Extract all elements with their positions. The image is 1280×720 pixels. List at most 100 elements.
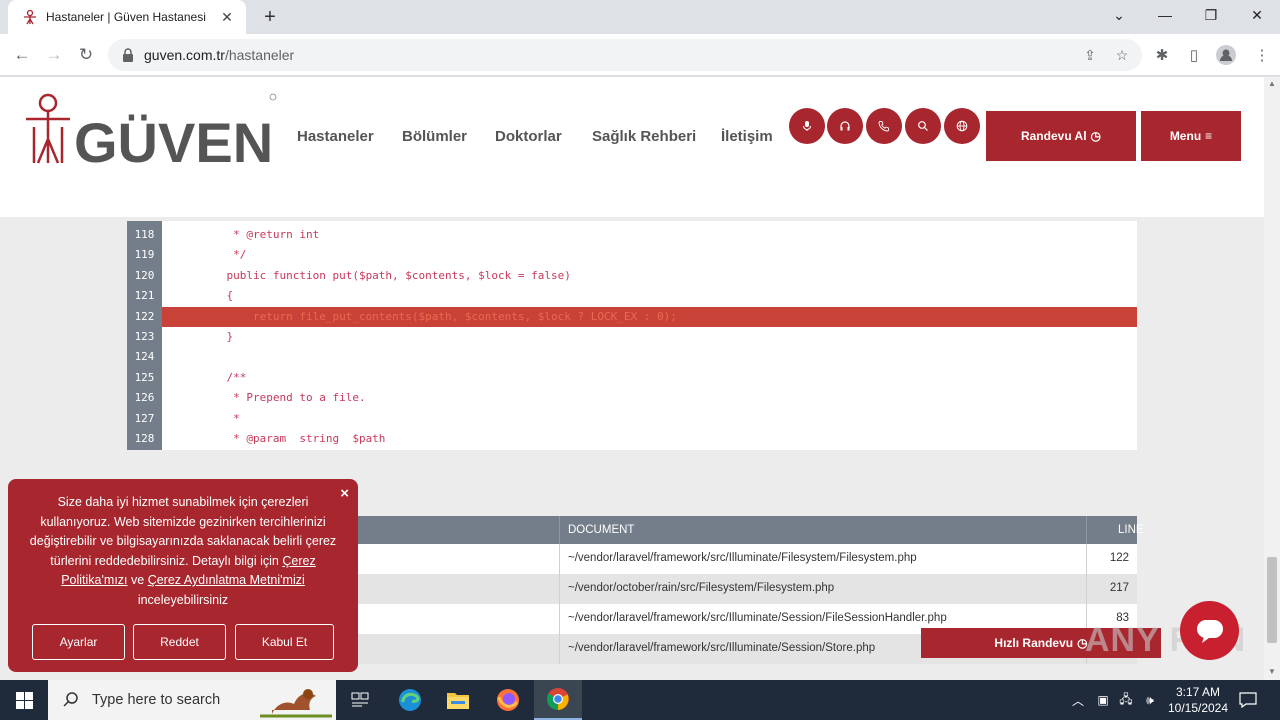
network-icon[interactable]: 🖧	[1116, 680, 1136, 720]
new-tab-button[interactable]: +	[258, 6, 282, 28]
code-text: * Prepend to a file.	[200, 391, 366, 405]
bookmark-star-icon[interactable]: ☆	[1113, 46, 1131, 64]
page-scrollbar[interactable]: ▲ ▼	[1264, 77, 1280, 680]
browser-tab[interactable]: Hastaneler | Güven Hastanesi ✕	[8, 0, 246, 34]
code-text: }	[200, 330, 234, 343]
chat-bubble-icon[interactable]	[1180, 601, 1239, 660]
side-panel-icon[interactable]: ▯	[1184, 45, 1204, 65]
line-column-header: LINE	[1118, 524, 1144, 536]
document-cell: ~/vendor/laravel/framework/src/Illuminat…	[568, 552, 917, 564]
nav-saglik-rehberi[interactable]: Sağlık Rehberi	[592, 128, 696, 145]
line-number: 118	[134, 228, 155, 241]
menu-label: Menu	[1169, 129, 1202, 143]
scroll-down-icon[interactable]: ▼	[1268, 667, 1276, 676]
close-window-button[interactable]: ✕	[1234, 0, 1280, 30]
code-text: return file_put_contents($path, $content…	[200, 309, 677, 323]
code-text: * @return int	[200, 228, 320, 241]
code-line: 121 {	[127, 286, 1137, 306]
hamburger-icon: ≡	[1205, 129, 1213, 143]
windows-taskbar: Type here to search ︿ ▣ 🖧 🕪 3:17 AM 10/1…	[0, 680, 1280, 720]
globe-icon[interactable]	[944, 108, 980, 144]
file-explorer-icon[interactable]	[434, 680, 482, 720]
nav-hastaneler[interactable]: Hastaneler	[297, 128, 374, 145]
search-icon[interactable]	[905, 108, 941, 144]
cookie-disclosure-link[interactable]: Çerez Aydınlatma Metni'mizi	[148, 573, 305, 587]
code-line: 123 }	[127, 327, 1137, 347]
line-number: 120	[134, 268, 155, 282]
code-line: 128 * @param string $path	[127, 429, 1137, 449]
edge-browser-icon[interactable]	[386, 680, 434, 720]
code-text: {	[200, 289, 234, 303]
taskbar-search-box[interactable]: Type here to search	[48, 680, 336, 720]
squirrel-illustration-icon	[260, 689, 332, 718]
address-bar[interactable]: guven.com.tr/hastaneler	[108, 39, 1142, 71]
tab-title: Hastaneler | Güven Hastanesi	[46, 10, 206, 24]
line-number: 125	[134, 370, 155, 384]
firefox-icon[interactable]	[484, 680, 532, 720]
url-domain: guven.com.tr	[144, 47, 225, 63]
extensions-icon[interactable]: ✱	[1152, 45, 1172, 65]
document-cell: ~/vendor/laravel/framework/src/Illuminat…	[568, 642, 876, 654]
browser-toolbar: ← → ↻ guven.com.tr/hastaneler ⇪ ☆ ✱ ▯ ⋮	[0, 34, 1280, 76]
taskbar-clock[interactable]: 3:17 AM 10/15/2024	[1160, 684, 1236, 716]
forward-icon[interactable]: →	[40, 42, 68, 68]
volume-icon[interactable]: 🕪	[1140, 680, 1160, 720]
tab-search-icon[interactable]: ⌄	[1096, 0, 1142, 30]
menu-button[interactable]: Menu ≡	[1141, 111, 1241, 161]
document-column-header: DOCUMENT	[568, 524, 635, 536]
appointment-label: Randevu Al	[1020, 129, 1087, 143]
share-icon[interactable]: ⇪	[1081, 46, 1099, 64]
appointment-button[interactable]: Randevu Al ◷	[986, 111, 1136, 161]
code-line: 120 public function put($path, $contents…	[127, 266, 1137, 286]
kebab-menu-icon[interactable]: ⋮	[1252, 45, 1272, 65]
cookie-accept-button[interactable]: Kabul Et	[235, 624, 334, 660]
highlighted-code-line: 122 return file_put_contents($path, $con…	[127, 306, 1137, 327]
back-icon[interactable]: ←	[8, 42, 36, 68]
code-line: 126 * Prepend to a file.	[127, 388, 1137, 408]
scrollbar-thumb[interactable]	[1267, 557, 1277, 643]
line-number: 127	[134, 411, 155, 425]
code-snippet-panel: 118 * @return int 119 */120 public functi…	[127, 221, 1137, 450]
code-line: 127 *	[127, 409, 1137, 429]
logo-wordmark: GÜVEN	[74, 111, 274, 174]
cookie-and-text: ve	[131, 573, 145, 587]
reload-icon[interactable]: ↻	[72, 42, 100, 68]
tab-strip: Hastaneler | Güven Hastanesi ✕ + ⌄ — ❐ ✕	[0, 0, 1280, 34]
cookie-settings-button[interactable]: Ayarlar	[32, 624, 125, 660]
scroll-up-icon[interactable]: ▲	[1268, 79, 1276, 88]
restore-button[interactable]: ❐	[1188, 0, 1234, 30]
line-number: 122	[134, 309, 155, 323]
headphones-icon[interactable]	[827, 108, 863, 144]
cookie-reject-button[interactable]: Reddet	[133, 624, 226, 660]
microphone-icon[interactable]	[789, 108, 825, 144]
profile-avatar-icon[interactable]	[1216, 45, 1236, 65]
nav-doktorlar[interactable]: Doktorlar	[495, 128, 562, 145]
cookie-message-end: inceleyebilirsiniz	[137, 592, 229, 607]
line-number: 119	[134, 248, 155, 262]
site-favicon-icon	[24, 9, 36, 25]
notification-icon[interactable]	[1236, 680, 1260, 720]
windows-start-icon[interactable]	[0, 680, 48, 720]
nav-bolumler[interactable]: Bölümler	[402, 128, 467, 145]
site-header: GÜVEN Hastaneler Bölümler Doktorlar Sağl…	[0, 77, 1264, 217]
task-view-icon[interactable]	[336, 680, 384, 720]
tray-chevron-icon[interactable]: ︿	[1068, 680, 1088, 720]
code-text: public function put($path, $contents, $l…	[200, 268, 571, 282]
line-cell: 217	[1109, 582, 1129, 594]
nav-iletisim[interactable]: İletişim	[721, 128, 773, 145]
chrome-icon[interactable]	[534, 680, 582, 720]
taskbar-search-placeholder: Type here to search	[92, 692, 221, 708]
line-number: 121	[134, 289, 155, 303]
code-line: 125 /**	[127, 368, 1137, 388]
code-text: /**	[200, 370, 247, 384]
phone-icon[interactable]	[866, 108, 902, 144]
close-icon[interactable]: ×	[340, 485, 349, 502]
line-number: 128	[134, 432, 155, 445]
line-cell: 122	[1109, 552, 1129, 564]
tray-device-icon[interactable]: ▣	[1094, 680, 1112, 720]
minimize-button[interactable]: —	[1142, 0, 1188, 30]
tab-close-icon[interactable]: ✕	[218, 8, 236, 26]
page-viewport: GÜVEN Hastaneler Bölümler Doktorlar Sağl…	[0, 77, 1264, 680]
url-path: /hastaneler	[224, 47, 295, 63]
quick-appointment-label: Hızlı Randevu	[994, 636, 1074, 650]
